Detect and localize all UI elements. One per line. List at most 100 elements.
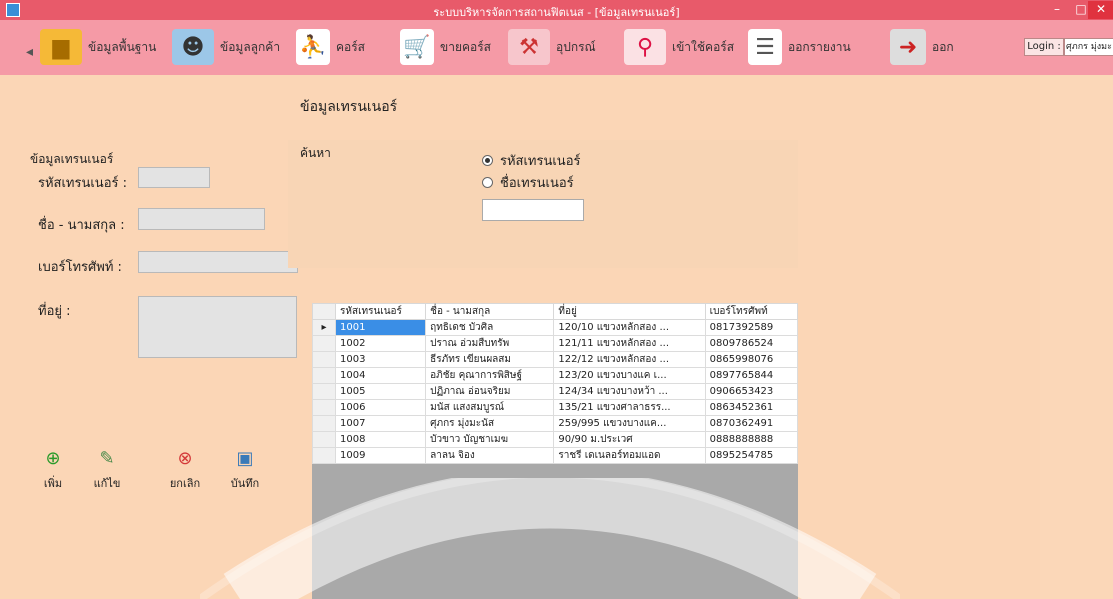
cell[interactable]: 0906653423: [704, 383, 799, 400]
grid-header-row: รหัสเทรนเนอร์ ชื่อ - นามสกุล ที่อยู่ เบอ…: [312, 303, 799, 320]
close-button[interactable]: ✕: [1088, 1, 1113, 19]
location-pin-icon: ⚲: [624, 29, 666, 65]
cell[interactable]: 0888888888: [704, 431, 799, 448]
plus-icon: ⊕: [45, 448, 61, 469]
save-button[interactable]: ▣ บันทึก: [228, 446, 262, 494]
cell[interactable]: 1006: [334, 399, 427, 416]
table-row[interactable]: 1002 ปราณ อ่วมสืบทรัพ 121/11 แขวงหลักสอง .…: [312, 335, 799, 352]
cell[interactable]: 1003: [334, 351, 427, 368]
cell[interactable]: 1002: [334, 335, 427, 352]
table-row[interactable]: 1007 ศุภกร มุ่งมะนัส 259/995 แขวงบางแค... 0…: [312, 415, 799, 432]
table-row[interactable]: 1006 มนัส แสงสมบูรณ์ 135/21 แขวงศาลาธรร...…: [312, 399, 799, 416]
menu-bar: ◂ ▆ ข้อมูลพื้นฐาน ☻ ข้อมูลลูกค้า ⛹ คอร์ส…: [0, 20, 1113, 75]
cell[interactable]: 1007: [334, 415, 427, 432]
row-header: [312, 431, 336, 448]
cell[interactable]: ลาลน จิอง: [425, 447, 555, 464]
cell[interactable]: 1001: [334, 319, 427, 336]
table-row[interactable]: 1003 ธีรภัทร เขียนผลสม 122/12 แขวงหลักสอง …: [312, 351, 799, 368]
cell[interactable]: ราชรี เดเนลอร์ทอมแอด: [553, 447, 706, 464]
cell[interactable]: 0897765844: [704, 367, 799, 384]
search-by-name-radio[interactable]: ชื่อเทรนเนอร์: [482, 172, 574, 193]
cell[interactable]: 120/10 แขวงหลักสอง ...: [553, 319, 706, 336]
menu-label: ขายคอร์ส: [440, 39, 491, 54]
cell[interactable]: 0863452361: [704, 399, 799, 416]
menu-item-basic-data[interactable]: ▆ ข้อมูลพื้นฐาน: [40, 26, 156, 68]
cell[interactable]: 259/995 แขวงบางแค...: [553, 415, 706, 432]
trainer-id-field[interactable]: [138, 167, 210, 188]
radio-label: รหัสเทรนเนอร์: [500, 154, 581, 169]
trainer-address-field[interactable]: [138, 296, 297, 358]
cancel-x-icon: ⊗: [177, 448, 193, 469]
table-row[interactable]: 1004 อภิชัย คุณาการพิสิษฐ์ 123/20 แขวงบางแ…: [312, 367, 799, 384]
cell[interactable]: 135/21 แขวงศาลาธรร...: [553, 399, 706, 416]
menu-item-customers[interactable]: ☻ ข้อมูลลูกค้า: [172, 26, 280, 68]
cell[interactable]: ธีรภัทร เขียนผลสม: [425, 351, 555, 368]
menu-item-equipment[interactable]: ⚒ อุปกรณ์: [508, 26, 596, 68]
cell[interactable]: ศุภกร มุ่งมะนัส: [425, 415, 555, 432]
menu-item-sell-course[interactable]: 🛒 ขายคอร์ส: [400, 26, 491, 68]
row-header: [312, 447, 336, 464]
cell[interactable]: 0817392589: [704, 319, 799, 336]
search-label: ค้นหา: [300, 146, 331, 160]
save-disk-icon: ▣: [236, 448, 254, 469]
cell[interactable]: 1009: [334, 447, 427, 464]
title-bar: ระบบบริหารจัดการสถานฟิตเนส - [ข้อมูลเทรน…: [0, 0, 1113, 20]
menu-item-enter-course[interactable]: ⚲ เข้าใช้คอร์ส: [624, 26, 734, 68]
menu-label: คอร์ส: [336, 39, 366, 54]
cart-icon: 🛒: [400, 29, 434, 65]
cell[interactable]: อภิชัย คุณาการพิสิษฐ์: [425, 367, 555, 384]
cell[interactable]: 0895254785: [704, 447, 799, 464]
search-input[interactable]: [482, 199, 584, 221]
column-header[interactable]: ที่อยู่: [553, 303, 706, 320]
row-header-corner: [312, 303, 336, 320]
edit-pencil-icon: ✎: [99, 448, 115, 469]
cancel-button[interactable]: ⊗ ยกเลิก: [168, 446, 202, 494]
cell[interactable]: 121/11 แขวงหลักสอง ...: [553, 335, 706, 352]
trainer-phone-field[interactable]: [138, 251, 298, 273]
cell[interactable]: 90/90 ม.ประเวศ: [553, 431, 706, 448]
column-header[interactable]: ชื่อ - นามสกุล: [425, 303, 555, 320]
edit-label: แก้ไข: [93, 477, 121, 490]
cell[interactable]: 1008: [334, 431, 427, 448]
cell[interactable]: 123/20 แขวงบางแค เ...: [553, 367, 706, 384]
column-header[interactable]: เบอร์โทรศัพท์: [704, 303, 799, 320]
cell[interactable]: บัวขาว บัญชาเมฆ: [425, 431, 555, 448]
trainer-phone-label: เบอร์โทรศัพท์ :: [38, 260, 122, 275]
edit-button[interactable]: ✎ แก้ไข: [90, 446, 124, 494]
row-header: [312, 399, 336, 416]
cell[interactable]: ฤทธิเดช บัวศิล: [425, 319, 555, 336]
window-title: ระบบบริหารจัดการสถานฟิตเนส - [ข้อมูลเทรน…: [433, 6, 680, 19]
menu-item-exit[interactable]: ➜ ออก: [890, 26, 954, 68]
table-row[interactable]: 1009 ลาลน จิอง ราชรี เดเนลอร์ทอมแอด 0895254…: [312, 447, 799, 464]
report-icon: ☰: [748, 29, 782, 65]
radio-unselected-icon: [482, 177, 493, 188]
cell[interactable]: 1004: [334, 367, 427, 384]
cell[interactable]: มนัส แสงสมบูรณ์: [425, 399, 555, 416]
cell[interactable]: ปราณ อ่วมสืบทรัพ: [425, 335, 555, 352]
radio-selected-icon: [482, 155, 493, 166]
table-row[interactable]: ▸ 1001 ฤทธิเดช บัวศิล 120/10 แขวงหลักสอง ..…: [312, 319, 799, 336]
login-button[interactable]: Login :: [1024, 38, 1064, 56]
cell[interactable]: 0865998076: [704, 351, 799, 368]
cell[interactable]: ปฏิภาณ อ่อนจริยม: [425, 383, 555, 400]
minimize-button[interactable]: –: [1044, 1, 1070, 19]
cell[interactable]: 0870362491: [704, 415, 799, 432]
trainer-name-field[interactable]: [138, 208, 265, 230]
cell[interactable]: 124/34 แขวงบางหว้า ...: [553, 383, 706, 400]
radio-label: ชื่อเทรนเนอร์: [500, 176, 574, 191]
cell[interactable]: 1005: [334, 383, 427, 400]
trainer-grid: รหัสเทรนเนอร์ ชื่อ - นามสกุล ที่อยู่ เบอ…: [312, 303, 799, 464]
cell[interactable]: 122/12 แขวงหลักสอง ...: [553, 351, 706, 368]
form-title: ข้อมูลเทรนเนอร์: [300, 99, 398, 115]
search-by-id-radio[interactable]: รหัสเทรนเนอร์: [482, 150, 581, 171]
cell[interactable]: 0809786524: [704, 335, 799, 352]
column-header[interactable]: รหัสเทรนเนอร์: [334, 303, 427, 320]
menu-label: อุปกรณ์: [556, 39, 596, 54]
row-header: [312, 383, 336, 400]
table-row[interactable]: 1005 ปฏิภาณ อ่อนจริยม 124/34 แขวงบางหว้า .…: [312, 383, 799, 400]
menu-item-report[interactable]: ☰ ออกรายงาน: [748, 26, 851, 68]
add-button[interactable]: ⊕ เพิ่ม: [36, 446, 70, 494]
menu-item-courses[interactable]: ⛹ คอร์ส: [296, 26, 365, 68]
table-row[interactable]: 1008 บัวขาว บัญชาเมฆ 90/90 ม.ประเวศ 0888888…: [312, 431, 799, 448]
dumbbell-icon: ⚒: [508, 29, 550, 65]
